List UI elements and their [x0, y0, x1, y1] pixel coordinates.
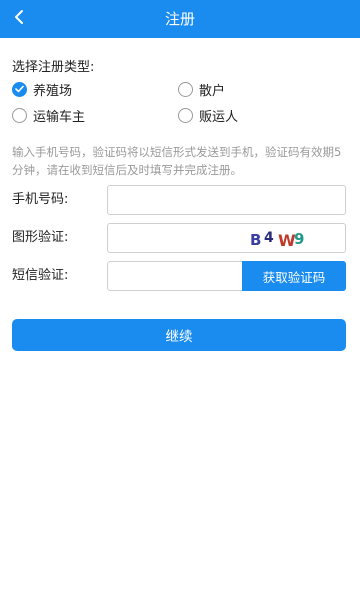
- top-bar: 注册: [0, 0, 360, 38]
- captcha-char-4: 9: [294, 230, 304, 248]
- radio-transport-owner[interactable]: 运输车主: [12, 105, 85, 125]
- phone-label: 手机号码:: [12, 192, 69, 207]
- check-icon: [12, 81, 27, 97]
- get-code-button[interactable]: 获取验证码: [242, 261, 346, 291]
- registration-type-label: 选择注册类型:: [12, 60, 95, 75]
- radio-farm[interactable]: 养殖场: [12, 79, 72, 99]
- captcha-image[interactable]: B 4 W 9: [242, 223, 346, 253]
- registration-hint: 输入手机号码，验证码将以短信形式发送到手机，验证码有效期5分钟，请在收到短信后及…: [12, 145, 342, 177]
- radio-label: 养殖场: [33, 83, 73, 99]
- radio-label: 运输车主: [33, 109, 86, 125]
- captcha-graphic: B 4 W 9: [250, 230, 304, 250]
- radio-retail[interactable]: 散户: [178, 79, 225, 99]
- sms-code-label: 短信验证:: [12, 268, 69, 283]
- radio-trader[interactable]: 贩运人: [178, 105, 238, 125]
- page-title: 注册: [164, 10, 195, 28]
- radio-label: 贩运人: [199, 109, 239, 125]
- captcha-char-1: B: [250, 231, 261, 249]
- image-code-input[interactable]: [107, 223, 243, 253]
- continue-button[interactable]: 继续: [12, 319, 346, 351]
- radio-circle-icon: [12, 107, 27, 123]
- phone-input[interactable]: [107, 185, 346, 215]
- image-code-label: 图形验证:: [12, 230, 69, 245]
- sms-code-input[interactable]: [107, 261, 243, 291]
- radio-circle-icon: [178, 81, 193, 97]
- radio-label: 散户: [199, 83, 226, 99]
- captcha-char-2: 4: [264, 230, 274, 246]
- radio-circle-icon: [178, 107, 193, 123]
